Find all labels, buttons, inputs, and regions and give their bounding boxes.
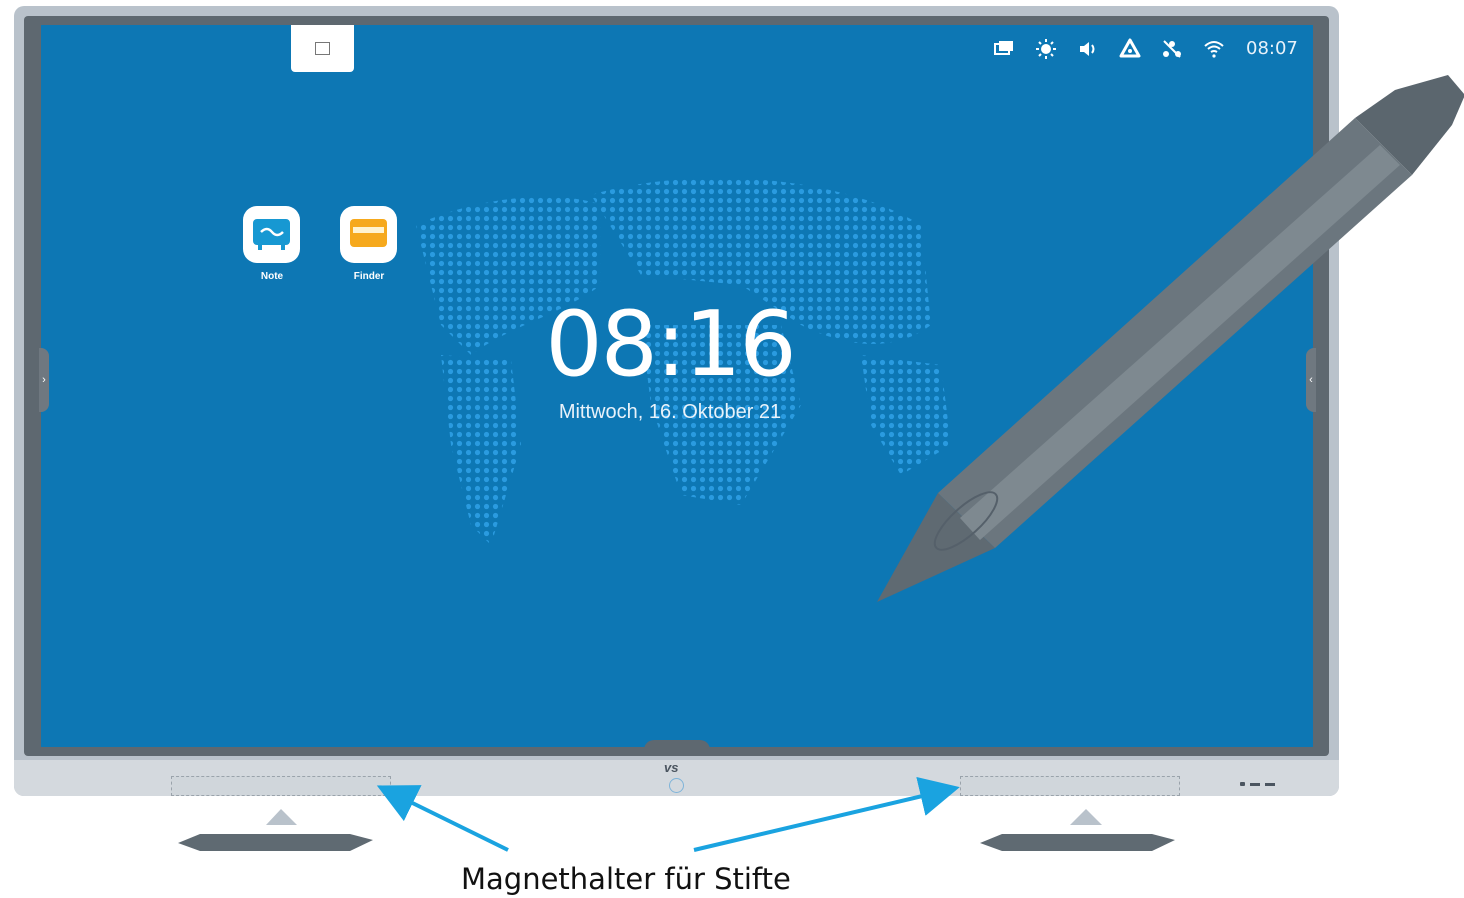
caption-label: Magnethalter für Stifte (461, 862, 791, 896)
callout-arrows (376, 776, 960, 852)
